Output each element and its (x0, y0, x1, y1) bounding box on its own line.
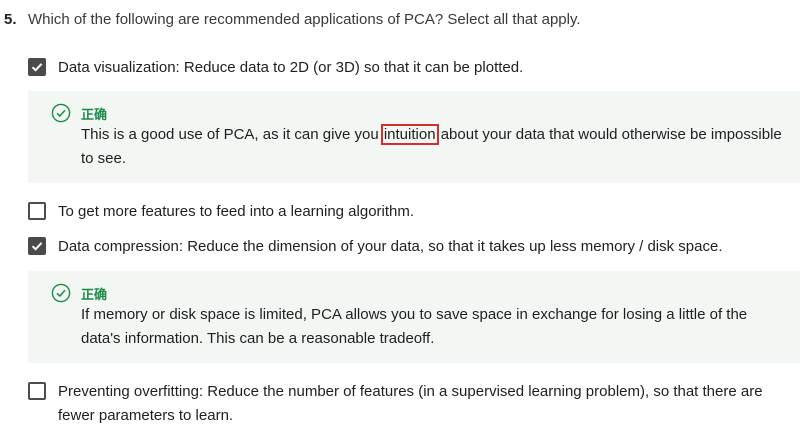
check-circle-icon (51, 103, 71, 123)
check-icon (31, 63, 43, 72)
feedback-text: This is a good use of PCA, as it can giv… (81, 123, 788, 171)
option-label: Data compression: Reduce the dimension o… (58, 238, 723, 255)
feedback-title: 正确 (81, 107, 108, 123)
option-label: To get more features to feed into a lear… (58, 203, 415, 220)
option-label: Data visualization: Reduce data to 2D (o… (58, 59, 524, 76)
question-number: 5. (4, 11, 17, 28)
check-circle-icon (51, 283, 71, 303)
feedback-title: 正确 (81, 287, 108, 303)
question-prompt: 5. Which of the following are recommended… (4, 10, 581, 30)
feedback-text-part: This is a good use of PCA, as it can giv… (81, 126, 379, 143)
option-preventing-overfitting[interactable]: Preventing overfitting: Reduce the numbe… (28, 380, 788, 428)
feedback-correct: 正确 This is a good use of PCA, as it can … (28, 91, 800, 183)
feedback-text: If memory or disk space is limited, PCA … (81, 306, 748, 347)
checkbox-unchecked[interactable] (28, 382, 46, 400)
checkbox-unchecked[interactable] (28, 202, 46, 220)
highlighted-word: intuition (380, 124, 439, 145)
feedback-correct: 正确 If memory or disk space is limited, P… (28, 271, 800, 363)
question-text: Which of the following are recommended a… (28, 11, 581, 28)
option-data-visualization[interactable]: Data visualization: Reduce data to 2D (o… (28, 56, 800, 80)
checkbox-checked[interactable] (28, 237, 46, 255)
option-more-features[interactable]: To get more features to feed into a lear… (28, 200, 800, 224)
option-data-compression[interactable]: Data compression: Reduce the dimension o… (28, 235, 800, 259)
option-label: Preventing overfitting: Reduce the numbe… (58, 383, 763, 424)
checkbox-checked[interactable] (28, 58, 46, 76)
check-icon (31, 242, 43, 251)
